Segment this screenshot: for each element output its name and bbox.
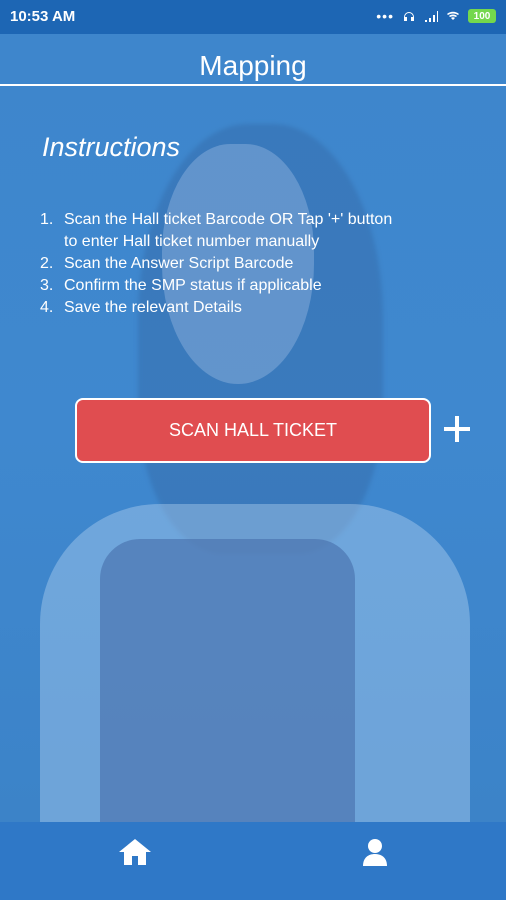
instruction-text: Confirm the SMP status if applicable	[64, 277, 322, 294]
instruction-line: 2. Scan the Answer Script Barcode	[40, 253, 470, 275]
home-icon[interactable]	[116, 836, 154, 868]
instruction-line: 3. Confirm the SMP status if applicable	[40, 275, 470, 297]
instruction-line: to enter Hall ticket number manually	[40, 231, 470, 253]
status-time: 10:53 AM	[10, 8, 76, 25]
instruction-number: 2.	[40, 255, 54, 272]
instruction-number: 3.	[40, 277, 54, 294]
signal-icon	[425, 11, 438, 22]
instruction-text: to enter Hall ticket number manually	[64, 233, 320, 250]
wifi-icon	[447, 11, 459, 20]
instruction-line: 4. Save the relevant Details	[40, 297, 470, 319]
instruction-text: Scan the Hall ticket Barcode OR Tap '+' …	[64, 211, 393, 228]
more-icon: •••	[376, 8, 394, 24]
plus-icon[interactable]	[442, 414, 472, 444]
header-divider	[0, 84, 506, 86]
instruction-number: 4.	[40, 299, 54, 316]
user-icon[interactable]	[356, 836, 394, 868]
instructions-heading: Instructions	[42, 132, 181, 162]
instruction-line: 1. Scan the Hall ticket Barcode OR Tap '…	[40, 209, 470, 231]
instructions-list: 1. Scan the Hall ticket Barcode OR Tap '…	[40, 209, 470, 319]
status-bar: 10:53 AM ••• 100	[0, 0, 506, 34]
battery-level: 100	[473, 10, 491, 22]
background-dress	[100, 539, 355, 822]
instruction-text: Save the relevant Details	[64, 299, 242, 316]
instruction-number: 1.	[40, 211, 54, 228]
bottom-navigation	[0, 822, 506, 900]
status-icons: ••• 100	[376, 9, 496, 23]
instruction-text: Scan the Answer Script Barcode	[64, 255, 294, 272]
scan-hall-ticket-button[interactable]: SCAN HALL TICKET	[75, 398, 431, 463]
headset-icon	[404, 12, 414, 21]
battery-icon: 100	[468, 9, 496, 23]
